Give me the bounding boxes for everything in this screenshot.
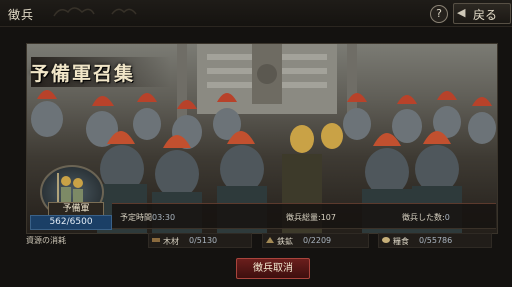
top-bar: 徴兵 ? ◀ 戻る xyxy=(0,0,512,27)
help-button[interactable]: ? xyxy=(430,5,448,23)
total-conscription-value: 107 xyxy=(320,213,336,222)
wood-icon xyxy=(152,238,160,242)
unit-count-badge: 562/6500 xyxy=(30,215,112,230)
resource-iron: 鉄鉱 0/2209 xyxy=(262,233,369,248)
resource-consumption-row: 資源の消耗 木材 0/5130 鉄鉱 0/2209 糧食 0/55786 xyxy=(0,233,512,248)
resource-value: 0/5130 xyxy=(189,236,218,245)
resource-grain: 糧食 0/55786 xyxy=(378,233,492,248)
resource-name: 木材 xyxy=(163,237,179,246)
scheduled-time-value: 03:30 xyxy=(152,213,176,222)
page-title: 徴兵 xyxy=(8,8,35,22)
conscripted-count-value: 0 xyxy=(444,213,450,222)
cloud-pattern-icon xyxy=(53,7,137,17)
resource-wood: 木材 0/5130 xyxy=(148,233,252,248)
cancel-conscription-button[interactable]: 徴兵取消 xyxy=(236,258,310,279)
back-button[interactable]: ◀ 戻る xyxy=(453,3,511,24)
back-arrow-icon: ◀ xyxy=(457,6,466,19)
resource-name: 糧食 xyxy=(393,237,409,246)
conscription-info-bar: 予定時間03:30 徴兵総量:107 徴兵した数:0 xyxy=(112,203,496,229)
conscripted-count-label: 徴兵した数: xyxy=(402,213,445,222)
banner-title: 予備軍召集 xyxy=(30,63,136,85)
total-conscription-label: 徴兵総量: xyxy=(286,213,321,222)
conscripted-count: 徴兵した数:0 xyxy=(402,212,450,223)
scheduled-time: 予定時間03:30 xyxy=(120,212,175,223)
back-button-label: 戻る xyxy=(473,8,498,22)
resource-consumption-label: 資源の消耗 xyxy=(26,236,66,245)
grain-icon xyxy=(382,237,390,243)
scheduled-time-label: 予定時間 xyxy=(120,213,152,222)
iron-icon xyxy=(266,237,274,243)
resource-name: 鉄鉱 xyxy=(277,237,293,246)
total-conscription: 徴兵総量:107 xyxy=(286,212,336,223)
resource-value: 0/55786 xyxy=(419,236,453,245)
resource-value: 0/2209 xyxy=(303,236,332,245)
